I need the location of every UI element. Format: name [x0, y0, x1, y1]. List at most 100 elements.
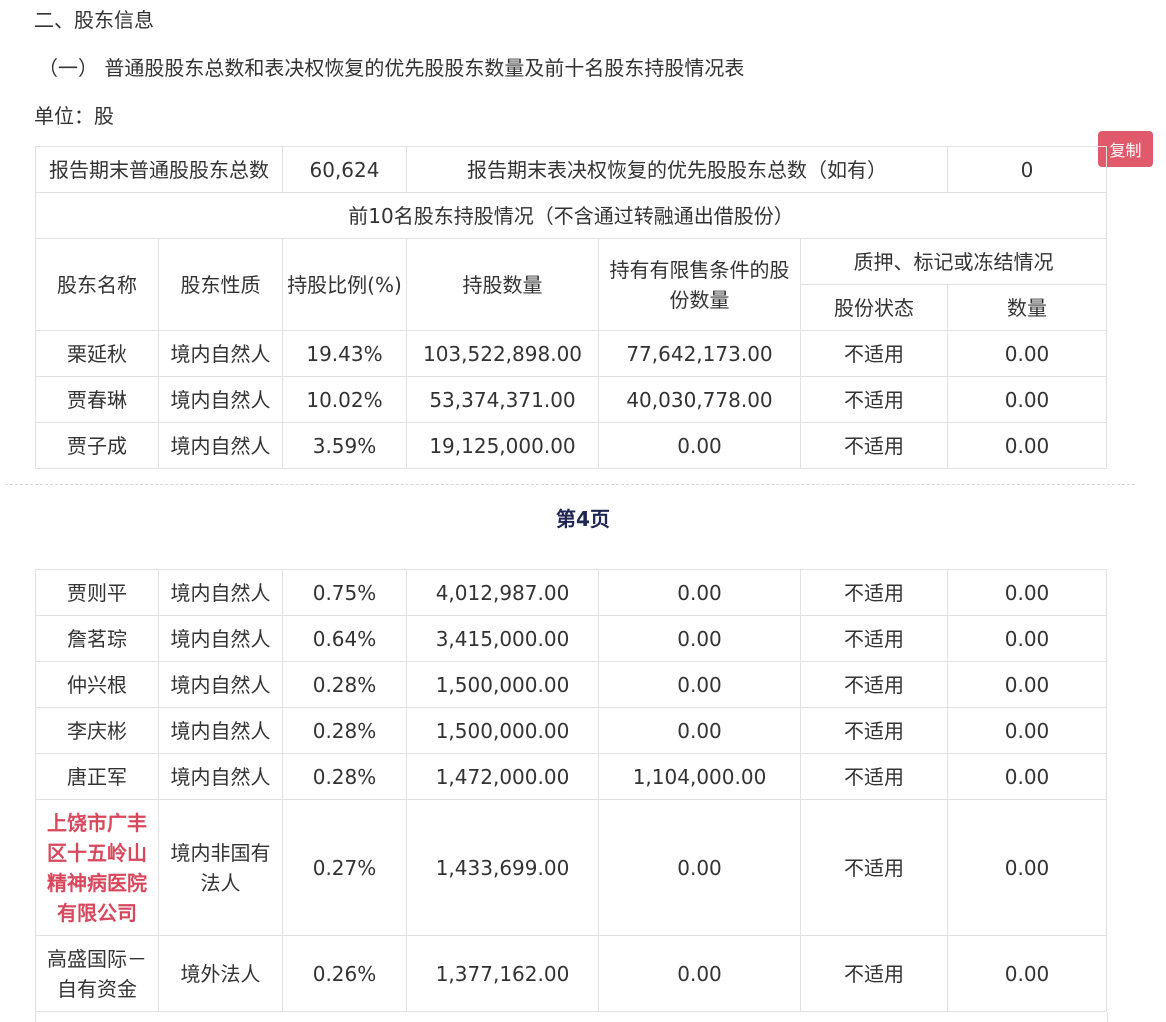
table-row: 上饶市广丰区十五岭山精神病医院有限公司 境内非国有法人 0.27% 1,433,699… — [35, 799, 1107, 936]
header-quantity: 持股数量 — [406, 238, 599, 331]
cell-quantity: 1,377,162.00 — [406, 935, 599, 1012]
cell-nature: 境内自然人 — [158, 753, 283, 800]
cell-quantity: 1,500,000.00 — [406, 661, 599, 708]
cell-ratio: 0.28% — [282, 707, 407, 754]
cell-ratio: 0.27% — [282, 799, 407, 936]
preferred-holders-label: 报告期末表决权恢复的优先股股东总数（如有） — [406, 146, 948, 193]
caption-row: 前10名股东持股情况（不含通过转融通出借股份） — [35, 192, 1107, 239]
cell-count: 0.00 — [947, 330, 1107, 377]
cell-status: 不适用 — [800, 615, 948, 662]
cell-status: 不适用 — [800, 661, 948, 708]
cell-status: 不适用 — [800, 569, 948, 616]
cell-nature: 境内自然人 — [158, 615, 283, 662]
cell-nature: 境内自然人 — [158, 707, 283, 754]
cell-restricted: 40,030,778.00 — [598, 376, 801, 423]
common-holders-label: 报告期末普通股股东总数 — [35, 146, 283, 193]
cell-status: 不适用 — [800, 707, 948, 754]
shareholder-table-bottom: 贾则平 境内自然人 0.75% 4,012,987.00 0.00 不适用 0.00 詹茗琮境… — [35, 569, 1107, 1012]
table-row: 贾子成 境内自然人 3.59% 19,125,000.00 0.00 不适用 0.00 — [35, 422, 1107, 469]
cell-quantity: 103,522,898.00 — [406, 330, 599, 377]
cell-quantity: 19,125,000.00 — [406, 422, 599, 469]
header-ratio: 持股比例(%) — [282, 238, 407, 331]
cell-nature: 境内自然人 — [158, 569, 283, 616]
cell-ratio: 0.26% — [282, 935, 407, 1012]
cell-status: 不适用 — [800, 799, 948, 936]
header-pledge: 质押、标记或冻结情况 — [800, 238, 1107, 285]
cell-name: 栗延秋 — [35, 330, 159, 377]
table-row: 贾则平 境内自然人 0.75% 4,012,987.00 0.00 不适用 0.00 — [35, 569, 1107, 616]
cell-ratio: 19.43% — [282, 330, 407, 377]
cell-name: 仲兴根 — [35, 661, 159, 708]
summary-row: 报告期末普通股股东总数 60,624 报告期末表决权恢复的优先股股东总数（如有）… — [35, 146, 1107, 193]
header-restricted: 持有有限售条件的股份数量 — [598, 238, 801, 331]
table-row: 詹茗琮 境内自然人 0.64% 3,415,000.00 0.00 不适用 0.00 — [35, 615, 1107, 662]
table-row: 高盛国际－自有资金 境外法人 0.26% 1,377,162.00 0.00 不适用 0.0… — [35, 935, 1107, 1012]
cell-status: 不适用 — [800, 935, 948, 1012]
table-row: 贾春琳 境内自然人 10.02% 53,374,371.00 40,030,778.00… — [35, 376, 1107, 423]
cell-count: 0.00 — [947, 376, 1107, 423]
cell-quantity: 4,012,987.00 — [406, 569, 599, 616]
cell-name: 唐正军 — [35, 753, 159, 800]
cell-restricted: 0.00 — [598, 422, 801, 469]
cell-nature: 境内自然人 — [158, 661, 283, 708]
cell-nature: 境内自然人 — [158, 330, 283, 377]
cell-quantity: 53,374,371.00 — [406, 376, 599, 423]
cell-count: 0.00 — [947, 422, 1107, 469]
cell-count: 0.00 — [947, 707, 1107, 754]
unit-label: 单位：股 — [34, 104, 114, 128]
cell-status: 不适用 — [800, 422, 948, 469]
cell-ratio: 0.75% — [282, 569, 407, 616]
cell-ratio: 10.02% — [282, 376, 407, 423]
sub-title: （一） 普通股股东总数和表决权恢复的优先股股东数量及前十名股东持股情况表 — [38, 56, 745, 80]
cell-name: 贾则平 — [35, 569, 159, 616]
cell-nature: 境内非国有法人 — [158, 799, 283, 936]
cell-nature: 境内自然人 — [158, 376, 283, 423]
cell-name: 高盛国际－自有资金 — [35, 935, 159, 1012]
cell-count: 0.00 — [947, 569, 1107, 616]
table-row: 李庆彬 境内自然人 0.28% 1,500,000.00 0.00 不适用 0.00 — [35, 707, 1107, 754]
header-nature: 股东性质 — [158, 238, 283, 331]
cell-restricted: 0.00 — [598, 661, 801, 708]
cell-count: 0.00 — [947, 615, 1107, 662]
cell-count: 0.00 — [947, 661, 1107, 708]
cell-nature: 境内自然人 — [158, 422, 283, 469]
header-count: 数量 — [947, 284, 1107, 331]
cell-count: 0.00 — [947, 753, 1107, 800]
cell-ratio: 0.28% — [282, 753, 407, 800]
cell-status: 不适用 — [800, 330, 948, 377]
table-row: 仲兴根 境内自然人 0.28% 1,500,000.00 0.00 不适用 0.00 — [35, 661, 1107, 708]
cell-count: 0.00 — [947, 935, 1107, 1012]
cell-restricted: 0.00 — [598, 799, 801, 936]
cell-ratio: 0.28% — [282, 661, 407, 708]
section-title: 二、股东信息 — [34, 8, 154, 32]
rows-page1: 栗延秋 境内自然人 19.43% 103,522,898.00 77,642,173.0… — [35, 330, 1107, 469]
table-continuation — [35, 1012, 1108, 1022]
table-row: 唐正军 境内自然人 0.28% 1,472,000.00 1,104,000.00 不适用… — [35, 753, 1107, 800]
cell-ratio: 3.59% — [282, 422, 407, 469]
cell-restricted: 77,642,173.00 — [598, 330, 801, 377]
cell-restricted: 0.00 — [598, 707, 801, 754]
cell-count: 0.00 — [947, 799, 1107, 936]
cell-restricted: 0.00 — [598, 615, 801, 662]
preferred-holders-value: 0 — [947, 146, 1107, 193]
cell-ratio: 0.64% — [282, 615, 407, 662]
cell-restricted: 1,104,000.00 — [598, 753, 801, 800]
header-row-1: 股东名称 股东性质 持股比例(%) 持股数量 持有有限售条件的股份数量 质押、标… — [35, 238, 1107, 331]
page-label: 第4页 — [556, 507, 610, 531]
cell-name: 李庆彬 — [35, 707, 159, 754]
cell-quantity: 3,415,000.00 — [406, 615, 599, 662]
shareholder-table-top: 报告期末普通股股东总数 60,624 报告期末表决权恢复的优先股股东总数（如有）… — [35, 146, 1107, 469]
rows-page2: 贾则平 境内自然人 0.75% 4,012,987.00 0.00 不适用 0.00 詹茗琮境… — [35, 569, 1107, 1012]
cell-quantity: 1,433,699.00 — [406, 799, 599, 936]
common-holders-value: 60,624 — [282, 146, 407, 193]
cell-name: 贾子成 — [35, 422, 159, 469]
header-status: 股份状态 — [800, 284, 948, 331]
cell-nature: 境外法人 — [158, 935, 283, 1012]
cell-name: 贾春琳 — [35, 376, 159, 423]
top10-caption: 前10名股东持股情况（不含通过转融通出借股份） — [35, 192, 1107, 239]
cell-restricted: 0.00 — [598, 569, 801, 616]
cell-quantity: 1,472,000.00 — [406, 753, 599, 800]
cell-name: 詹茗琮 — [35, 615, 159, 662]
page-divider — [5, 484, 1135, 485]
cell-name: 上饶市广丰区十五岭山精神病医院有限公司 — [35, 799, 159, 936]
